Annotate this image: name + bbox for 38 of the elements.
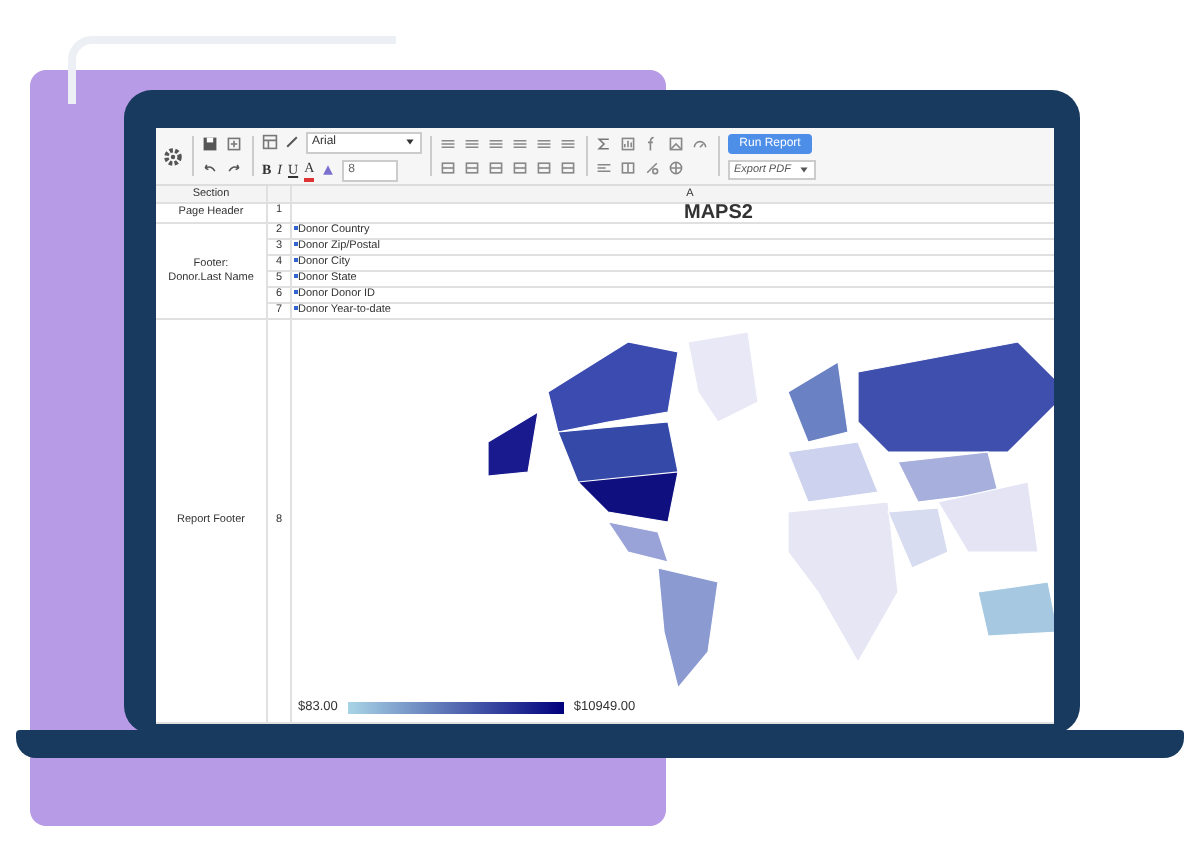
- report-title: MAPS2: [684, 204, 753, 222]
- undo-icon[interactable]: [202, 160, 218, 176]
- table-icon[interactable]: [262, 134, 278, 150]
- cell-marker-icon: [294, 258, 298, 262]
- plus-box-icon[interactable]: [226, 136, 242, 152]
- settings-icon[interactable]: [162, 145, 184, 167]
- align-icon[interactable]: [440, 136, 456, 152]
- save-icon[interactable]: [202, 136, 218, 152]
- cell-format-icon[interactable]: [536, 160, 552, 176]
- pen-icon[interactable]: [284, 134, 300, 150]
- function-icon[interactable]: [644, 136, 660, 152]
- highlight-icon[interactable]: [320, 162, 337, 178]
- image-icon[interactable]: [668, 136, 684, 152]
- cell-format-icon[interactable]: [560, 160, 576, 176]
- align-icon[interactable]: [488, 136, 504, 152]
- cell-marker-icon: [294, 290, 298, 294]
- align-icon[interactable]: [512, 136, 528, 152]
- caret-icon[interactable]: [798, 163, 810, 175]
- cell-format-icon[interactable]: [464, 160, 480, 176]
- link-icon[interactable]: [644, 160, 660, 176]
- cell-format-icon[interactable]: [488, 160, 504, 176]
- grid-icon[interactable]: [620, 160, 636, 176]
- globe-icon[interactable]: [668, 160, 684, 176]
- align-icon[interactable]: [536, 136, 552, 152]
- sigma-icon[interactable]: [596, 136, 612, 152]
- cell-marker-icon: [294, 226, 298, 230]
- redo-icon[interactable]: [226, 160, 242, 176]
- caret-icon[interactable]: [404, 136, 416, 148]
- cell-marker-icon: [294, 306, 298, 310]
- cell-marker-icon: [294, 242, 298, 246]
- cell-format-icon[interactable]: [512, 160, 528, 176]
- cell-format-icon[interactable]: [440, 160, 456, 176]
- list-icon[interactable]: [596, 160, 612, 176]
- chart-icon[interactable]: [620, 136, 636, 152]
- align-icon[interactable]: [560, 136, 576, 152]
- gauge-icon[interactable]: [692, 136, 708, 152]
- cell-marker-icon: [294, 274, 298, 278]
- align-icon[interactable]: [464, 136, 480, 152]
